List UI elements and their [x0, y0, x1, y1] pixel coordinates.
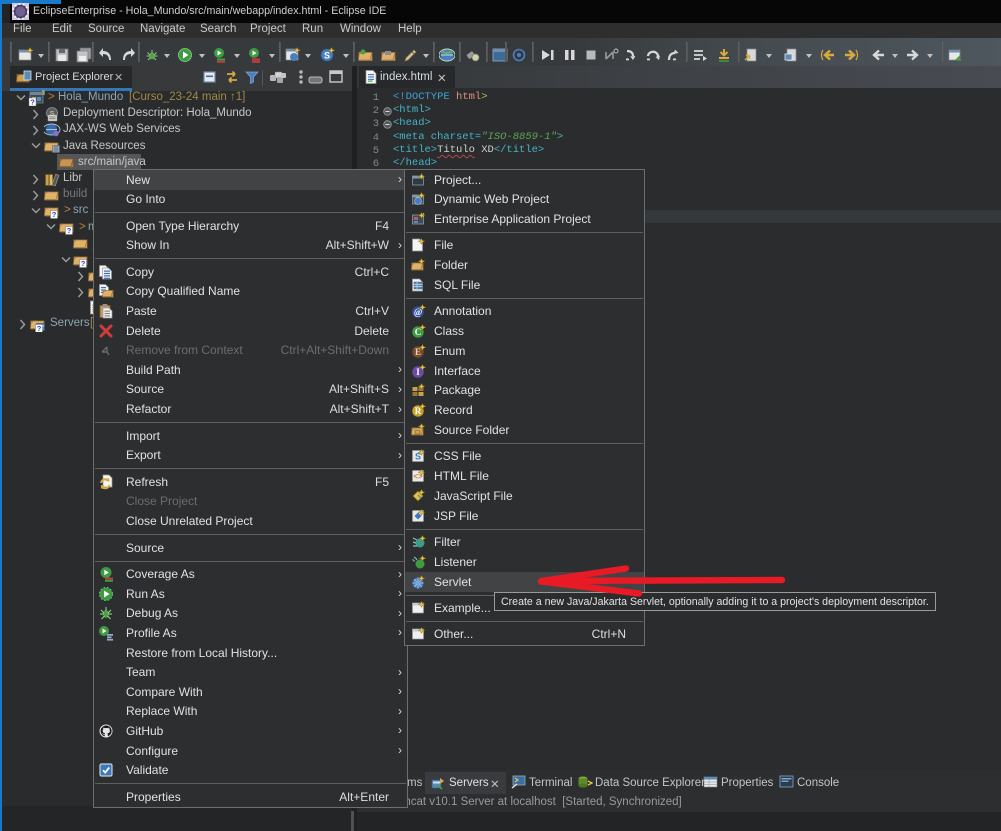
svg-text:R: R	[415, 406, 422, 416]
svg-text:S: S	[324, 51, 330, 61]
svg-text:?: ?	[52, 210, 57, 219]
svg-text:@: @	[414, 307, 422, 317]
svg-text:?: ?	[30, 97, 35, 106]
svg-text:S: S	[50, 110, 55, 117]
svg-text:I: I	[416, 367, 420, 377]
svg-text:?: ?	[81, 259, 86, 268]
svg-text:?: ?	[37, 324, 42, 332]
svg-text:C: C	[415, 327, 422, 337]
svg-text:E: E	[415, 347, 421, 357]
svg-text:?: ?	[67, 226, 72, 235]
